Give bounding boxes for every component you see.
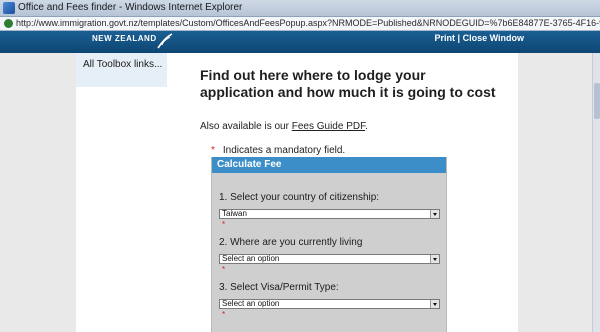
page-content: All Toolbox links... Find out here where… — [76, 53, 518, 332]
page-heading: Find out here where to lodge your applic… — [200, 67, 496, 100]
citizenship-select[interactable]: Taiwan — [219, 209, 440, 219]
chevron-down-icon[interactable] — [430, 300, 439, 308]
required-mark: * — [222, 265, 226, 274]
visa-type-select[interactable]: Select an option — [219, 299, 440, 309]
mandatory-star: * — [211, 145, 215, 156]
required-mark: * — [222, 220, 226, 229]
required-mark: * — [222, 310, 226, 319]
all-toolbox-links[interactable]: All Toolbox links... — [83, 59, 163, 71]
fees-guide-link[interactable]: Fees Guide PDF — [292, 121, 365, 132]
mandatory-text: Indicates a mandatory field. — [222, 145, 346, 156]
mandatory-note: * Indicates a mandatory field. — [211, 145, 345, 156]
ie-icon — [3, 2, 15, 14]
vertical-scrollbar[interactable] — [592, 53, 600, 332]
header-links: Print | Close Window — [435, 33, 524, 43]
visa-type-label: 3. Select Visa/Permit Type: — [219, 282, 339, 293]
left-nav: All Toolbox links... — [76, 53, 167, 87]
visa-type-value: Select an option — [222, 299, 280, 308]
site-header: NEW ZEALAND Print | Close Window — [0, 31, 600, 53]
close-window-link[interactable]: Close Window — [463, 33, 524, 43]
residence-value: Select an option — [222, 254, 280, 263]
chevron-down-icon[interactable] — [430, 255, 439, 263]
calculate-fee-title: Calculate Fee — [212, 157, 446, 173]
brand-name: NEW ZEALAND — [92, 34, 157, 43]
scrollbar-thumb[interactable] — [594, 83, 600, 119]
url-field[interactable]: http://www.immigration.govt.nz/templates… — [16, 18, 600, 28]
print-link[interactable]: Print — [435, 33, 456, 43]
calculate-fee-panel: Calculate Fee 1. Select your country of … — [211, 157, 447, 332]
fees-guide-text: Also available is our Fees Guide PDF. — [200, 121, 368, 132]
fern-logo-icon — [157, 33, 173, 49]
residence-select[interactable]: Select an option — [219, 254, 440, 264]
also-prefix: Also available is our — [200, 121, 292, 132]
site-favicon-icon — [4, 19, 13, 28]
window-title-bar: Office and Fees finder - Windows Interne… — [0, 0, 600, 17]
window-title: Office and Fees finder - Windows Interne… — [18, 2, 243, 13]
link-separator: | — [455, 33, 463, 43]
residence-label: 2. Where are you currently living — [219, 237, 363, 248]
citizenship-label: 1. Select your country of citizenship: — [219, 192, 380, 203]
address-bar[interactable]: http://www.immigration.govt.nz/templates… — [0, 17, 600, 31]
chevron-down-icon[interactable] — [430, 210, 439, 218]
also-suffix: . — [365, 121, 368, 132]
citizenship-value: Taiwan — [222, 209, 247, 218]
